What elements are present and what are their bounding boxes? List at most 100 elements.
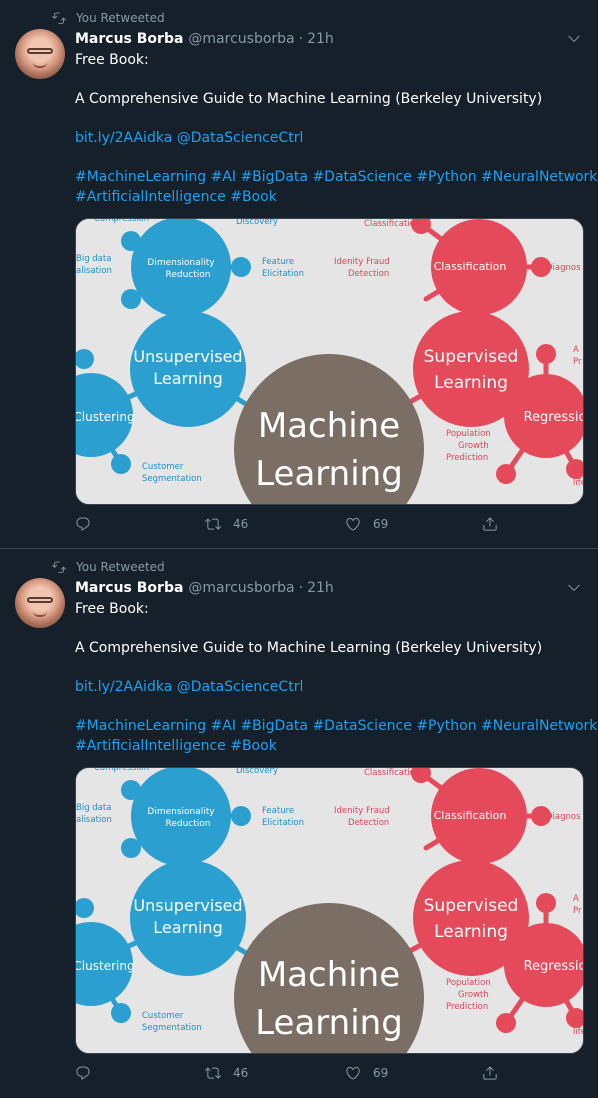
author-name[interactable]: Marcus Borba	[75, 31, 183, 47]
image-unsupervised-line1: Unsupervised	[133, 347, 242, 366]
share-button[interactable]	[482, 513, 510, 535]
retweet-icon	[205, 518, 221, 530]
image-supervised-line2: Learning	[434, 922, 508, 942]
short-link[interactable]: bit.ly/2AAidka	[75, 130, 172, 146]
hashtag-line[interactable]: #ArtificialIntelligence #Book	[75, 737, 590, 757]
like-count: 69	[373, 517, 389, 531]
tweet-links: bit.ly/2AAidka @DataScienceCtrl	[75, 129, 590, 149]
image-bigdata-line2: alisation	[76, 815, 112, 825]
tweet-links: bit.ly/2AAidka @DataScienceCtrl	[75, 678, 590, 698]
tweet-header: Marcus Borba @marcusborba · 21h	[75, 29, 334, 49]
image-right-es-line1: Es	[573, 1015, 583, 1025]
image-right-es-line2: life	[573, 1027, 583, 1037]
tweet-image[interactable]: Machine Learning Unsupervised Learning S…	[75, 767, 584, 1054]
share-icon	[483, 517, 497, 531]
tweet-actions: 46 69	[75, 513, 515, 535]
tweet-timestamp[interactable]: 21h	[307, 31, 334, 47]
chevron-down-icon[interactable]	[566, 580, 582, 596]
hashtag-line[interactable]: #MachineLearning #AI #BigData #DataScien…	[75, 168, 598, 188]
tweet[interactable]: You Retweeted Marcus Borba @marcusborba …	[0, 0, 598, 549]
image-feature-line2: Elicitation	[262, 818, 304, 828]
image-discovery: Discovery	[236, 219, 278, 227]
image-identity-line1: Idenity Fraud	[334, 806, 390, 816]
image-supervised-line2: Learning	[434, 373, 508, 393]
image-bigdata-line1: Big data	[76, 803, 111, 813]
image-population-line1: Population	[446, 978, 491, 988]
image-right-a-line1: A	[573, 894, 579, 904]
image-center-line1: Machine	[258, 955, 400, 995]
image-regression: Regressio	[524, 410, 583, 425]
share-icon	[483, 1066, 497, 1080]
author-handle[interactable]: @marcusborba	[188, 580, 294, 596]
retweet-label: You Retweeted	[76, 560, 165, 574]
image-classification-top: Classification	[364, 768, 420, 778]
image-dimensionality-line2: Reduction	[166, 819, 211, 829]
image-population-line3: Prediction	[446, 453, 488, 463]
image-right-es-line1: Es	[573, 466, 583, 476]
retweet-icon	[52, 11, 66, 25]
reply-icon	[76, 1066, 90, 1080]
hashtag-line[interactable]: #ArtificialIntelligence #Book	[75, 188, 590, 208]
retweet-label: You Retweeted	[76, 11, 165, 25]
share-button[interactable]	[482, 1062, 510, 1084]
image-classification-top: Classification	[364, 219, 420, 229]
reply-button[interactable]	[75, 1062, 103, 1084]
tweet-text-line: A Comprehensive Guide to Machine Learnin…	[75, 91, 543, 107]
image-regression: Regressio	[524, 959, 583, 974]
tweet-text-line: Free Book:	[75, 52, 149, 68]
image-center-line1: Machine	[258, 406, 400, 446]
like-button[interactable]: 69	[345, 513, 388, 535]
mention-link[interactable]: @DataScienceCtrl	[177, 679, 304, 695]
tweet-actions: 46 69	[75, 1062, 515, 1084]
image-dimensionality-line2: Reduction	[166, 270, 211, 280]
image-center-line2: Learning	[255, 1003, 403, 1043]
image-classification: Classification	[434, 809, 507, 822]
reply-button[interactable]	[75, 513, 103, 535]
image-discovery: Discovery	[236, 768, 278, 776]
header-separator: ·	[298, 580, 304, 596]
image-classification: Classification	[434, 260, 507, 273]
image-diagnos: Diagnos	[546, 812, 581, 822]
author-handle[interactable]: @marcusborba	[188, 31, 294, 47]
retweet-button[interactable]: 46	[205, 1062, 248, 1084]
image-right-a-line2: Pr	[573, 906, 582, 916]
image-population-line2: Growth	[458, 441, 489, 451]
avatar[interactable]	[15, 29, 65, 79]
image-dimensionality-line1: Dimensionality	[147, 258, 215, 268]
retweet-indicator: You Retweeted	[52, 9, 165, 27]
image-compression: Compression	[94, 219, 149, 224]
retweet-button[interactable]: 46	[205, 513, 248, 535]
image-customer-line1: Customer	[142, 1011, 184, 1021]
image-population-line2: Growth	[458, 990, 489, 1000]
image-clustering: Clustering	[76, 959, 135, 973]
image-identity-line2: Detection	[348, 818, 389, 828]
image-unsupervised-line1: Unsupervised	[133, 896, 242, 915]
image-center-line2: Learning	[255, 454, 403, 494]
image-customer-line2: Segmentation	[142, 1023, 202, 1033]
short-link[interactable]: bit.ly/2AAidka	[75, 679, 172, 695]
image-identity-line2: Detection	[348, 269, 389, 279]
tweet-timestamp[interactable]: 21h	[307, 580, 334, 596]
tweet[interactable]: You Retweeted Marcus Borba @marcusborba …	[0, 549, 598, 1098]
image-compression: Compression	[94, 768, 149, 773]
image-dimensionality-line1: Dimensionality	[147, 807, 215, 817]
image-supervised-line1: Supervised	[424, 896, 519, 916]
image-supervised-line1: Supervised	[424, 347, 519, 367]
retweet-count: 46	[233, 517, 249, 531]
avatar[interactable]	[15, 578, 65, 628]
tweet-image[interactable]: Machine Learning Unsupervised Learning S…	[75, 218, 584, 505]
chevron-down-icon[interactable]	[566, 31, 582, 47]
header-separator: ·	[298, 31, 304, 47]
image-identity-line1: Idenity Fraud	[334, 257, 390, 267]
author-name[interactable]: Marcus Borba	[75, 580, 183, 596]
image-feature-line1: Feature	[262, 257, 294, 267]
retweet-count: 46	[233, 1066, 249, 1080]
tweet-text-line: Free Book:	[75, 601, 149, 617]
like-count: 69	[373, 1066, 389, 1080]
mention-link[interactable]: @DataScienceCtrl	[177, 130, 304, 146]
image-right-a-line1: A	[573, 345, 579, 355]
like-button[interactable]: 69	[345, 1062, 388, 1084]
image-feature-line1: Feature	[262, 806, 294, 816]
hashtag-line[interactable]: #MachineLearning #AI #BigData #DataScien…	[75, 717, 598, 737]
heart-icon	[346, 1066, 360, 1080]
